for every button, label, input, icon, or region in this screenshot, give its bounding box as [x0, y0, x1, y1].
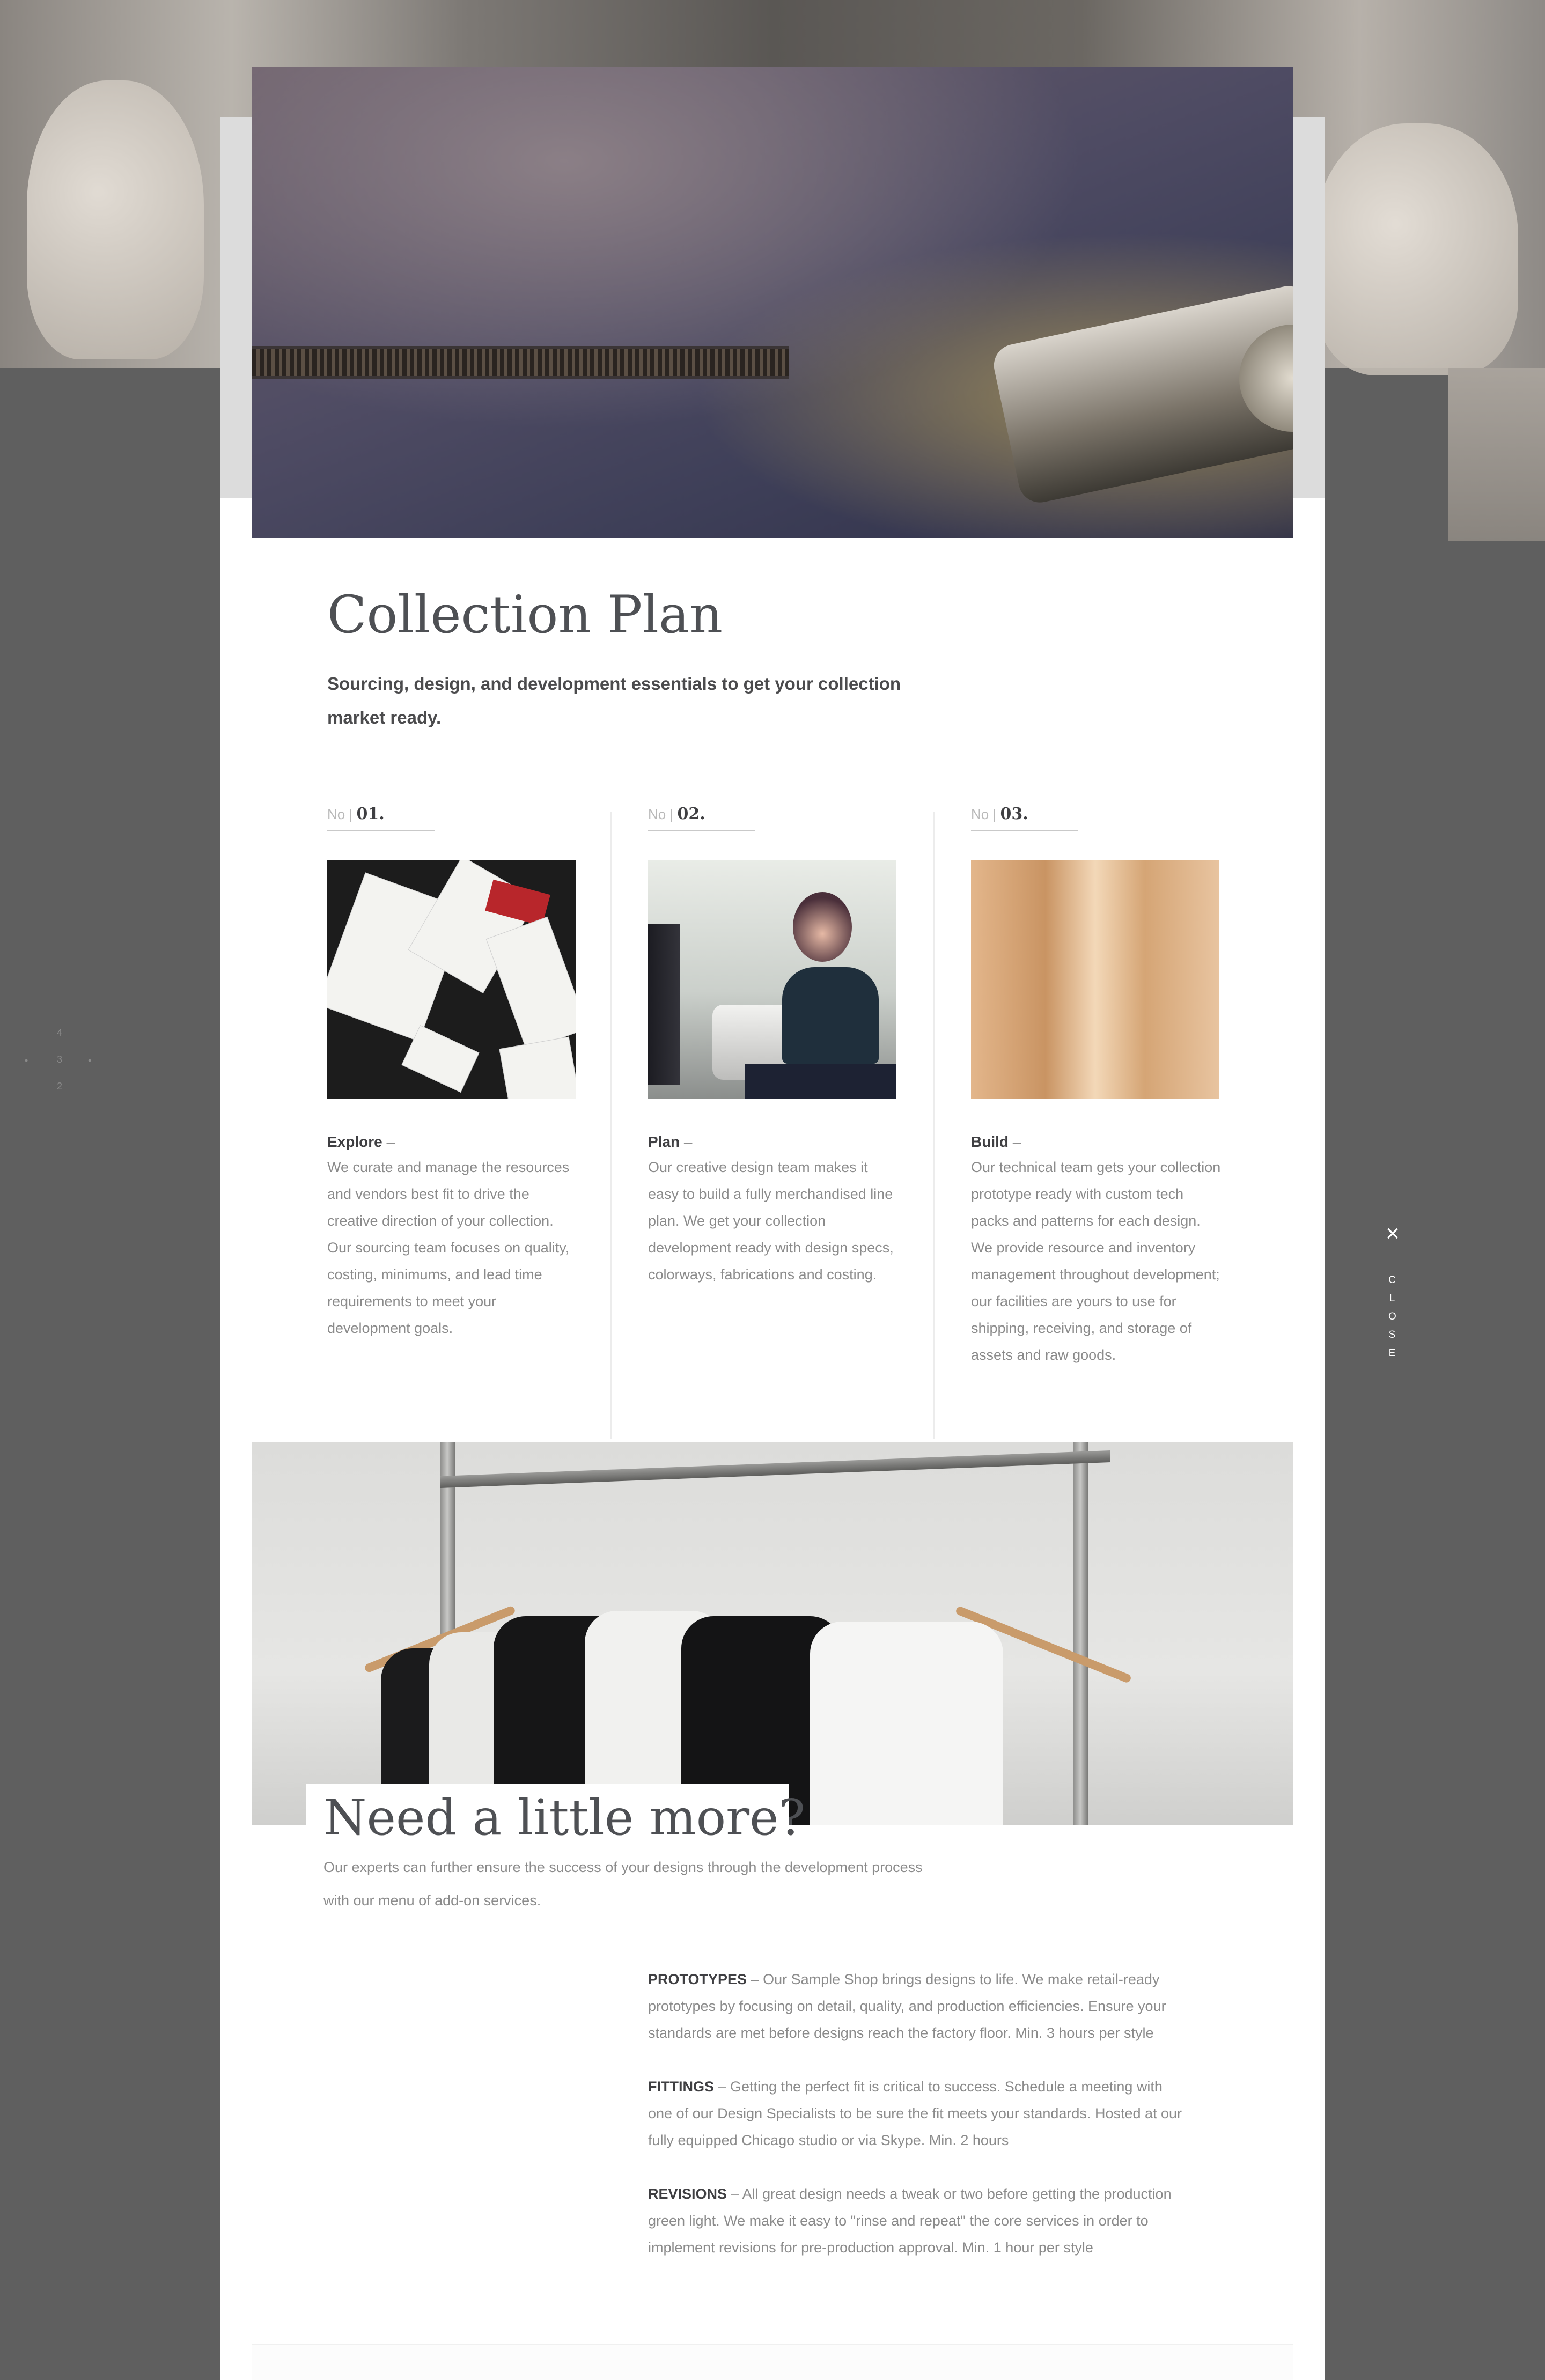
step-heading-text: Explore — [327, 1133, 382, 1150]
service-text: – Getting the perfect fit is critical to… — [648, 2079, 1182, 2148]
step-number: No | 03. — [971, 805, 1078, 831]
dress-form-right — [1314, 123, 1518, 375]
hero-image-sewing-machine — [252, 67, 1293, 538]
step-number-value: 03. — [1000, 805, 1028, 823]
rack-post-right — [1073, 1442, 1088, 1825]
step-heading-text: Build — [971, 1133, 1009, 1150]
build-image-patterns — [971, 860, 1219, 1099]
more-description: Our experts can further ensure the succe… — [323, 1859, 923, 1909]
service-text: – All great design needs a tweak or two … — [648, 2186, 1172, 2256]
heading-dash: – — [382, 1133, 395, 1150]
pager-dot[interactable]: • — [88, 1055, 91, 1066]
fabric-shape — [745, 1064, 896, 1099]
step-number-prefix: No | — [327, 806, 353, 822]
close-icon[interactable]: × — [1383, 1222, 1402, 1246]
person-head — [793, 892, 852, 962]
step-number-prefix: No | — [648, 806, 674, 822]
slide-pager[interactable]: 4 • 3 • 2 — [21, 1027, 97, 1102]
heading-dash: – — [1009, 1133, 1021, 1150]
step-description: We curate and manage the resources and v… — [327, 1159, 570, 1336]
page-subtitle: Sourcing, design, and development essent… — [327, 674, 901, 727]
step-description: Our technical team gets your collection … — [971, 1159, 1221, 1363]
step-description: Our creative design team makes it easy t… — [648, 1159, 894, 1283]
step-build: No | 03. Build – Our technical team gets… — [971, 805, 1223, 1368]
step-heading: Plan – — [648, 1131, 900, 1153]
pager-item-2[interactable]: 2 — [57, 1081, 62, 1092]
page-title: Collection Plan — [327, 585, 723, 645]
service-revisions: REVISIONS – All great design needs a twe… — [648, 2180, 1184, 2261]
column-divider — [933, 812, 935, 1439]
service-name: FITTINGS — [648, 2079, 714, 2095]
sketch-paper — [485, 916, 576, 1051]
column-divider — [610, 812, 612, 1439]
pager-item-4[interactable]: 4 — [57, 1027, 62, 1038]
person-body — [782, 967, 879, 1064]
close-label[interactable]: CLOSE — [1388, 1271, 1396, 1362]
step-number-value: 01. — [356, 805, 385, 823]
step-explore: No | 01. Explore – We curate and manage … — [327, 805, 579, 1342]
step-number-value: 02. — [677, 805, 705, 823]
more-heading: Need a little more? — [323, 1789, 805, 1846]
step-heading: Explore – — [327, 1131, 579, 1153]
background-photo-edge — [1448, 368, 1545, 541]
step-number: No | 01. — [327, 805, 435, 831]
service-fittings: FITTINGS – Getting the perfect fit is cr… — [648, 2073, 1184, 2154]
plan-image — [648, 860, 896, 1099]
heading-dash: – — [680, 1133, 693, 1150]
step-plan: No | 02. Plan – Our creative design team… — [648, 805, 900, 1288]
thread-spools — [648, 924, 680, 1085]
sketch-paper — [499, 1036, 576, 1099]
footer-area — [252, 2345, 1293, 2380]
dress-form-left — [27, 80, 204, 359]
step-heading: Build – — [971, 1131, 1223, 1153]
explore-image — [327, 860, 576, 1099]
clothing-rack-image — [252, 1442, 1293, 1825]
step-number: No | 02. — [648, 805, 755, 831]
service-name: REVISIONS — [648, 2186, 727, 2202]
garment-white — [810, 1622, 1003, 1825]
service-name: PROTOTYPES — [648, 1971, 747, 1987]
zipper-shape — [252, 346, 789, 379]
step-number-prefix: No | — [971, 806, 997, 822]
pager-item-3[interactable]: 3 — [57, 1054, 62, 1065]
rack-rail — [440, 1450, 1110, 1488]
step-heading-text: Plan — [648, 1133, 680, 1150]
service-prototypes: PROTOTYPES – Our Sample Shop brings desi… — [648, 1966, 1184, 2046]
pager-dot[interactable]: • — [25, 1055, 28, 1066]
